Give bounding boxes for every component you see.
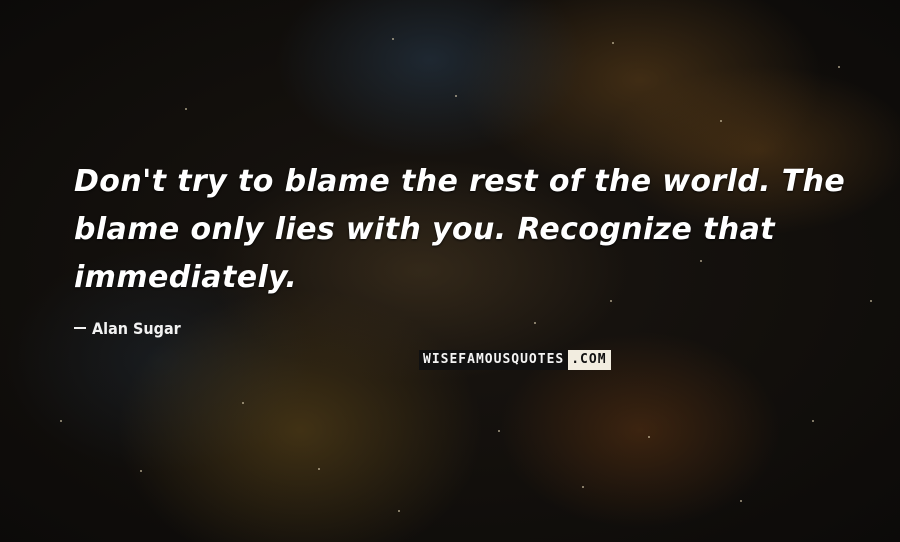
- star: [870, 300, 872, 302]
- quote-line-2: blame only lies with you. Recognize that: [74, 212, 776, 247]
- quote-text: Don't try to blame the rest of the world…: [74, 158, 854, 302]
- star: [60, 420, 62, 422]
- site-watermark: WISEFAMOUSQUOTES .COM: [419, 350, 611, 370]
- star: [740, 500, 742, 502]
- star: [582, 486, 584, 488]
- watermark-brand: WISEFAMOUSQUOTES: [419, 350, 569, 370]
- author-name: Alan Sugar: [92, 319, 181, 338]
- star: [318, 468, 320, 470]
- star: [612, 42, 614, 44]
- star: [242, 402, 244, 404]
- star: [720, 120, 722, 122]
- quote-line-1: Don't try to blame the rest of the world…: [74, 164, 846, 199]
- quote-image: Don't try to blame the rest of the world…: [0, 0, 900, 542]
- star: [838, 66, 840, 68]
- star: [812, 420, 814, 422]
- star: [398, 510, 400, 512]
- author-attribution: Alan Sugar: [74, 319, 181, 338]
- star: [534, 322, 536, 324]
- star: [455, 95, 457, 97]
- star: [392, 38, 394, 40]
- star: [648, 436, 650, 438]
- star: [185, 108, 187, 110]
- star: [140, 470, 142, 472]
- quote-line-3: immediately.: [74, 260, 298, 295]
- star: [498, 430, 500, 432]
- watermark-domain: .COM: [568, 350, 611, 370]
- author-dash: [74, 326, 86, 329]
